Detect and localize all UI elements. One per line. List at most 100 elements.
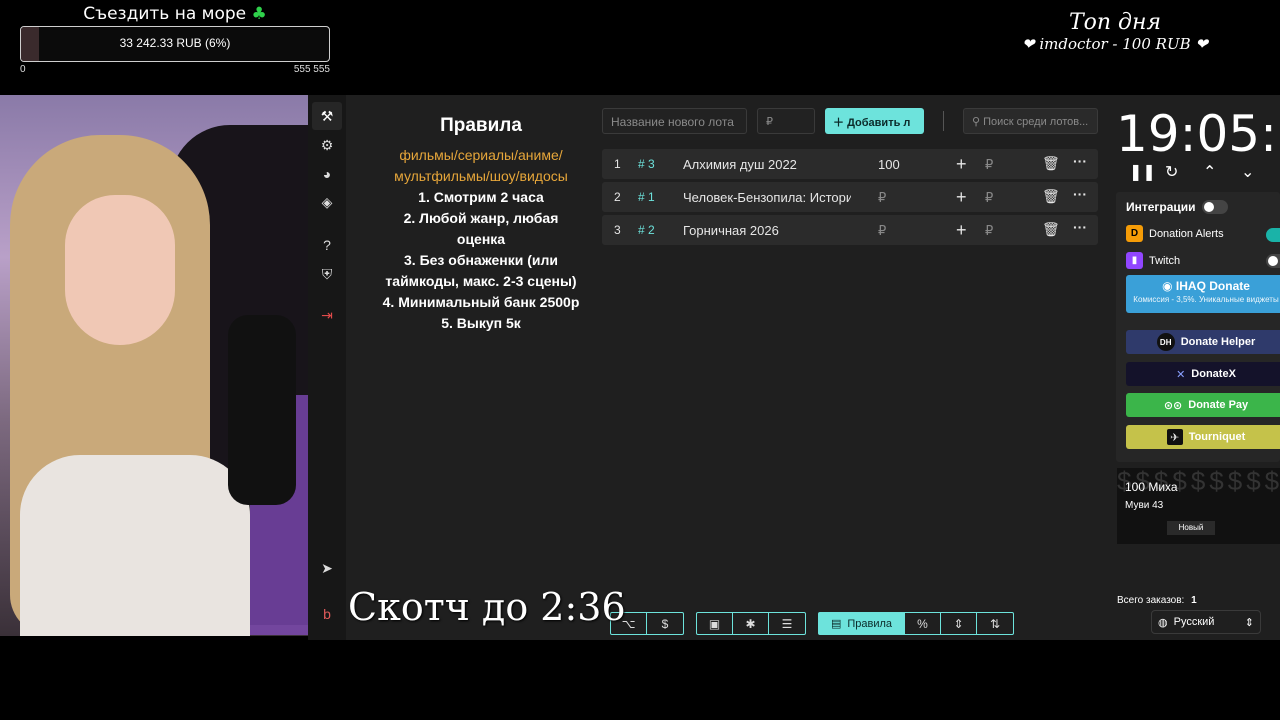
- twitch-toggle[interactable]: [1266, 254, 1280, 268]
- new-lot-input[interactable]: Название нового лота: [602, 108, 747, 134]
- add-amount-icon[interactable]: +: [956, 220, 967, 241]
- save-icon[interactable]: ▣: [697, 613, 733, 634]
- top-day-entry: ❤ imdoctor - 100 RUB ❤: [1022, 35, 1208, 53]
- telegram-icon[interactable]: ➤: [317, 558, 337, 578]
- more-icon[interactable]: ···: [1073, 186, 1087, 202]
- lot-name[interactable]: Алхимия душ 2022: [683, 157, 851, 172]
- rules-line: 2. Любой жанр, любая: [403, 210, 559, 226]
- gear-icon[interactable]: ⚙: [317, 135, 337, 155]
- boosty-icon[interactable]: b: [317, 604, 337, 624]
- donation-alerts-toggle[interactable]: [1266, 228, 1280, 242]
- lot-name[interactable]: Горничная 2026: [683, 223, 851, 238]
- lot-number: 1: [614, 157, 621, 171]
- donatex-icon: ✕: [1176, 368, 1186, 381]
- add-lot-label: Добавить л: [847, 117, 911, 129]
- chevron-down-icon[interactable]: ⌄: [1241, 162, 1254, 182]
- tourniquet-icon: ✈: [1166, 429, 1183, 445]
- clear-list-icon[interactable]: ☰: [769, 613, 805, 634]
- ihaq-donate-button[interactable]: ◉ IHAQ Donate Комиссия - 3,5%. Уникальны…: [1126, 275, 1280, 313]
- donate-helper-icon: DH: [1156, 333, 1175, 351]
- orders-total: Всего заказов: 1: [1117, 595, 1197, 606]
- donation-alerts-icon: D: [1126, 225, 1143, 242]
- lot-number: 2: [614, 190, 621, 204]
- sort-icon[interactable]: ⇅: [977, 613, 1013, 634]
- search-icon: ⚲: [972, 116, 981, 128]
- twitch-icon: ▮: [1126, 252, 1143, 269]
- pie-chart-icon[interactable]: ◕: [317, 164, 337, 184]
- language-select[interactable]: ◍ Русский ⇕: [1151, 610, 1261, 634]
- layers-icon[interactable]: ◈: [317, 192, 337, 212]
- top-day-widget: Топ дня ❤ imdoctor - 100 RUB ❤: [1000, 10, 1230, 53]
- ihaq-icon: ◉: [1162, 279, 1173, 293]
- service-donation-alerts: D Donation Alerts: [1126, 225, 1224, 242]
- order-card[interactable]: $$$$$$$$$$$$$$$$$$ 100 Миха Муви 43 Новы…: [1117, 468, 1280, 544]
- shield-icon[interactable]: ⛨: [317, 264, 337, 284]
- goal-min: 0: [20, 64, 26, 75]
- add-amount-icon[interactable]: +: [956, 154, 967, 175]
- lot-currency: ₽: [985, 157, 994, 172]
- pause-icon[interactable]: ❚❚: [1129, 162, 1156, 182]
- language-value: Русский: [1173, 616, 1215, 628]
- order-status-badge: Новый: [1167, 521, 1215, 535]
- webcam-clothing: [20, 455, 250, 636]
- goal-progress-bar: 33 242.33 RUB (6%): [20, 26, 330, 62]
- donate-pay-button[interactable]: ⊙⊙ Donate Pay: [1126, 393, 1280, 417]
- lot-amount-placeholder[interactable]: ₽: [878, 190, 886, 206]
- goal-max: 555 555: [293, 64, 330, 75]
- rules-categories-2: мультфильмы/шоу/видосы: [394, 168, 568, 184]
- lot-row[interactable]: 2 # 1 Человек-Бензопила: Истори ₽ + ₽ 🗑 …: [602, 182, 1098, 212]
- goal-title: Съездить на море ♣: [20, 4, 330, 24]
- rules-title: Правила: [440, 115, 522, 136]
- donatex-button[interactable]: ✕ DonateX: [1126, 362, 1280, 386]
- add-lot-button[interactable]: ＋ Добавить л: [825, 108, 924, 134]
- search-placeholder: Поиск среди лотов...: [983, 116, 1089, 128]
- rules-toggle-label: Правила: [847, 617, 893, 630]
- rules-line: 1. Смотрим 2 часа: [418, 189, 544, 205]
- integrations-toggle[interactable]: [1202, 200, 1228, 214]
- trash-icon[interactable]: 🗑: [1042, 155, 1060, 172]
- rules-toggle-button[interactable]: ▤ Правила: [819, 613, 905, 634]
- webcam-feed: [0, 95, 308, 636]
- help-icon[interactable]: ?: [317, 235, 337, 255]
- service-name: Twitch: [1149, 254, 1181, 267]
- lot-currency: ₽: [985, 190, 994, 205]
- lot-amount-placeholder[interactable]: ₽: [878, 223, 886, 239]
- rules-panel: Правила фильмы/сериалы/аниме/ мультфильм…: [356, 115, 606, 334]
- ihaq-title: IHAQ Donate: [1175, 279, 1250, 293]
- trash-icon[interactable]: 🗑: [1042, 221, 1060, 238]
- sidebar-rail: ⚒ ⚙ ◕ ◈ ? ⛨ ⇥ ➤ b: [308, 95, 346, 640]
- price-input[interactable]: ₽: [757, 108, 815, 134]
- orders-total-value: 1: [1191, 595, 1197, 606]
- lot-row[interactable]: 3 # 2 Горничная 2026 ₽ + ₽ 🗑 ···: [602, 215, 1098, 245]
- reset-icon[interactable]: ↻: [1165, 162, 1178, 182]
- plus-icon: ＋: [833, 117, 844, 129]
- chevron-up-icon[interactable]: ⌃: [1203, 162, 1216, 182]
- rules-line: 3. Без обнаженки (или: [404, 252, 558, 268]
- gavel-icon[interactable]: ⚒: [312, 102, 342, 130]
- trash-icon[interactable]: 🗑: [1042, 188, 1060, 205]
- lot-row[interactable]: 1 # 3 Алхимия душ 2022 100 + ₽ 🗑 ···: [602, 149, 1098, 179]
- timer-display: 19:05:16: [1116, 105, 1280, 163]
- integrations-title: Интеграции: [1126, 200, 1196, 214]
- tourniquet-button[interactable]: ✈ Tourniquet: [1126, 425, 1280, 449]
- dollar-icon[interactable]: $: [647, 613, 683, 634]
- donate-pay-label: Donate Pay: [1188, 399, 1249, 411]
- donatex-label: DonateX: [1191, 368, 1236, 380]
- search-lots-input[interactable]: ⚲ Поиск среди лотов...: [963, 108, 1098, 134]
- donate-helper-button[interactable]: DH Donate Helper: [1126, 330, 1280, 354]
- lot-amount[interactable]: 100: [878, 157, 900, 172]
- lot-fast-id: # 2: [638, 223, 655, 237]
- add-amount-icon[interactable]: +: [956, 187, 967, 208]
- logout-icon[interactable]: ⇥: [317, 305, 337, 325]
- order-card-subtitle: Муви 43: [1125, 500, 1164, 511]
- service-name: Donation Alerts: [1149, 227, 1224, 240]
- rules-line: 4. Минимальный банк 2500р: [382, 294, 580, 310]
- lot-name[interactable]: Человек-Бензопила: Истори: [683, 190, 851, 205]
- globe-icon: ◍: [1158, 616, 1168, 629]
- percent-icon[interactable]: %: [905, 613, 941, 634]
- rules-icon: ▤: [830, 618, 842, 630]
- more-icon[interactable]: ···: [1073, 219, 1087, 235]
- bug-icon[interactable]: ✱: [733, 613, 769, 634]
- more-icon[interactable]: ···: [1073, 153, 1087, 169]
- compress-icon[interactable]: ⇕: [941, 613, 977, 634]
